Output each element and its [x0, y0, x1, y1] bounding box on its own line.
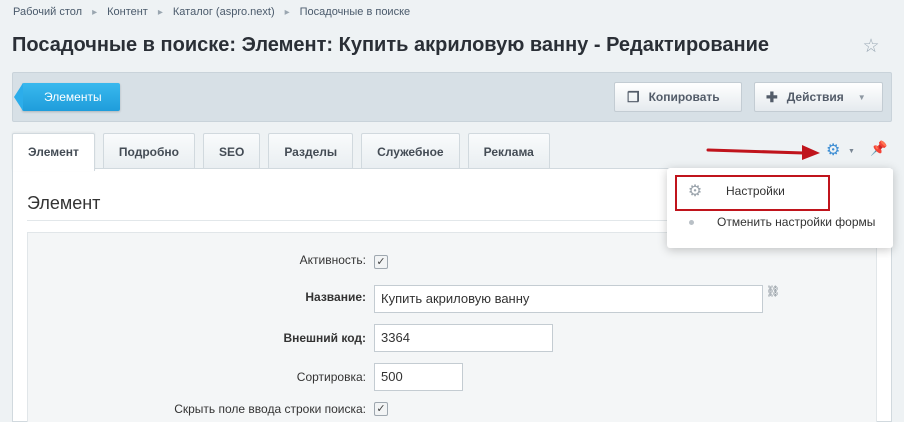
menu-item-settings-label: Настройки [726, 184, 785, 198]
active-label: Активность: [299, 253, 366, 267]
dot-icon [689, 219, 694, 225]
menu-item-reset-form-settings[interactable]: Отменить настройки формы [667, 208, 893, 236]
menu-item-settings[interactable]: ⚙ Настройки [667, 177, 893, 205]
sort-row: Сортировка: [0, 370, 366, 390]
copy-button[interactable]: ❐ Копировать [614, 82, 742, 112]
name-row: Название: [0, 290, 366, 310]
menu-item-reset-label: Отменить настройки формы [717, 215, 876, 229]
hide-search-checkbox[interactable]: ✓ [374, 402, 388, 416]
pin-icon[interactable]: 📌 [870, 140, 887, 157]
section-title: Элемент [27, 193, 101, 213]
breadcrumb-separator: ▸ [157, 6, 163, 18]
hide-search-row: Скрыть поле ввода строки поиска: [0, 402, 366, 422]
plus-icon: ✚ [766, 88, 778, 105]
breadcrumb-item-desktop[interactable]: Рабочий стол [13, 6, 82, 18]
settings-dropdown: ⚙ Настройки Отменить настройки формы [667, 168, 893, 248]
external-code-input[interactable]: 3364 [374, 324, 553, 352]
tab-sections[interactable]: Разделы [268, 133, 354, 168]
star-icon[interactable]: ☆ [860, 36, 882, 58]
breadcrumb-separator: ▸ [284, 6, 290, 18]
gear-icon: ⚙ [687, 183, 703, 200]
external-code-label: Внешний код: [283, 331, 366, 345]
breadcrumb-item-content[interactable]: Контент [107, 6, 148, 18]
breadcrumb-separator: ▸ [92, 6, 98, 18]
tab-bar: Элемент Подробно SEO Разделы Служебное Р… [12, 133, 558, 171]
tab-service[interactable]: Служебное [361, 133, 460, 168]
page-title: Посадочные в поиске: Элемент: Купить акр… [12, 34, 770, 56]
sort-label: Сортировка: [296, 370, 366, 384]
chevron-down-icon: ▼ [857, 92, 866, 102]
back-to-elements-button[interactable]: Элементы [14, 83, 120, 111]
breadcrumb-item-landing-search[interactable]: Посадочные в поиске [300, 6, 411, 18]
sort-input[interactable]: 500 [374, 363, 463, 391]
gear-icon[interactable]: ⚙ [826, 141, 840, 161]
active-checkbox[interactable]: ✓ [374, 255, 388, 269]
copy-icon: ❐ [627, 88, 640, 105]
name-label: Название: [305, 290, 366, 304]
tab-advertising[interactable]: Реклама [467, 133, 550, 168]
external-code-row: Внешний код: [0, 331, 366, 351]
actions-button-label: Действия [786, 90, 844, 104]
annotation-arrow [706, 145, 820, 160]
tab-details[interactable]: Подробно [102, 133, 195, 168]
toolbar: Элементы ❐ Копировать ✚ Действия ▼ [12, 72, 892, 122]
copy-button-label: Копировать [648, 90, 720, 104]
breadcrumb: Рабочий стол ▸ Контент ▸ Каталог (aspro.… [13, 4, 410, 20]
hide-search-label: Скрыть поле ввода строки поиска: [174, 402, 366, 416]
actions-button[interactable]: ✚ Действия ▼ [754, 82, 883, 112]
link-icon[interactable]: ⛓ [766, 286, 780, 298]
name-input[interactable]: Купить акриловую ванну [374, 285, 763, 313]
tab-seo[interactable]: SEO [202, 133, 261, 168]
breadcrumb-item-catalog[interactable]: Каталог (aspro.next) [173, 6, 275, 18]
chevron-down-icon: ▼ [848, 148, 855, 155]
active-row: Активность: [0, 253, 366, 273]
tab-element[interactable]: Элемент [12, 133, 95, 171]
